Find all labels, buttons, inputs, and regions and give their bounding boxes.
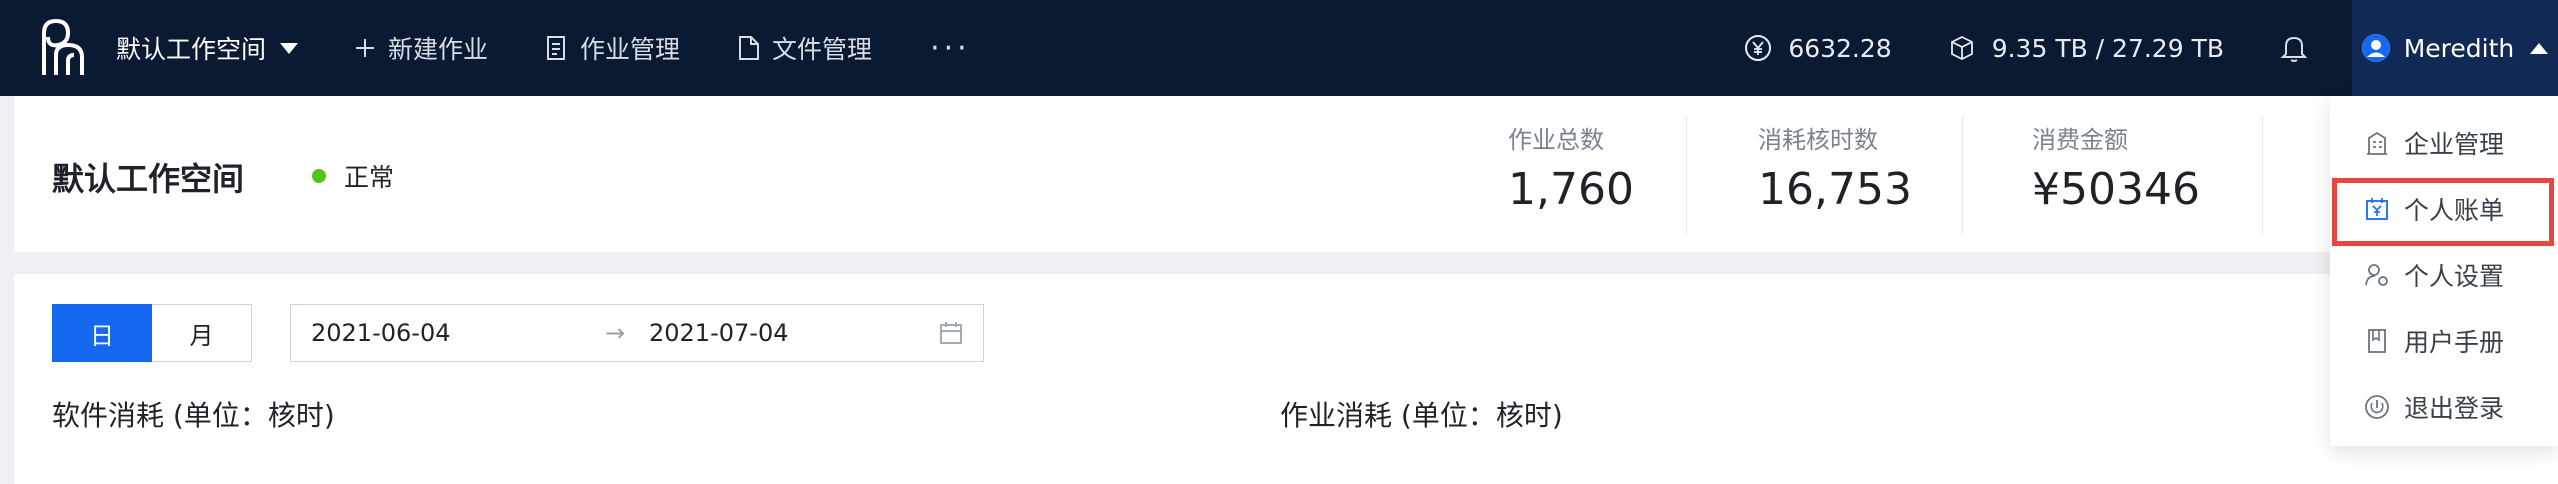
yen-coin-icon [1745,35,1772,61]
nav-more-button[interactable]: ··· [930,31,971,66]
month-toggle-button[interactable]: 月 [152,304,252,362]
menu-item-label: 用户手册 [2404,328,2505,357]
user-name: Meredith [2403,33,2515,63]
logout-icon [2365,395,2389,419]
notification-bell-icon[interactable] [2280,33,2308,63]
workspace-switcher-label: 默认工作空间 [116,35,267,64]
status-badge: 正常 [312,158,394,194]
usage-panel: 日 月 2021-06-04 → 2021-07-04 软件消耗 (单位：核时)… [14,274,2558,484]
menu-item-user-manual[interactable]: 用户手册 [2330,312,2558,370]
balance-display: 6632.28 [1744,33,1892,63]
end-date-input[interactable]: 2021-07-04 [649,319,931,347]
menu-item-label: 退出登录 [2404,394,2505,423]
menu-item-logout[interactable]: 退出登录 [2330,378,2558,436]
nav-file-management[interactable]: 文件管理 [738,30,872,66]
app-logo-icon[interactable] [34,15,100,81]
plus-icon [356,39,375,57]
bill-icon [2366,198,2388,220]
start-date-input[interactable]: 2021-06-04 [311,319,605,347]
user-dropdown-menu: 企业管理 个人账单 个人设置 用户手册 退出登录 [2330,96,2558,446]
top-nav-bar: 默认工作空间 新建作业 作业管理 文件管理 ··· 6632.28 9.35 T… [0,0,2558,96]
nav-new-job-label: 新建作业 [388,35,489,64]
nav-file-management-label: 文件管理 [772,35,873,64]
job-list-icon [547,36,566,60]
workspace-switcher[interactable]: 默认工作空间 [116,30,299,66]
divider [1962,116,1963,234]
date-range-picker[interactable]: 2021-06-04 → 2021-07-04 [290,304,984,362]
metric-value: ¥50346 [2032,164,2200,215]
manual-icon [2368,329,2386,353]
nav-job-management-label: 作业管理 [580,35,681,64]
day-toggle-button[interactable]: 日 [52,304,152,362]
caret-down-icon [280,42,299,54]
metric-value: 16,753 [1758,164,1912,215]
software-usage-title: 软件消耗 (单位：核时) [52,399,335,432]
divider [2262,116,2263,234]
menu-item-personal-bill[interactable]: 个人账单 [2330,180,2558,238]
menu-item-label: 企业管理 [2404,130,2505,159]
user-settings-icon [2365,264,2388,286]
metric-label: 消费金额 [2032,126,2128,154]
metric-value: 1,760 [1508,164,1634,215]
balance-value: 6632.28 [1788,33,1892,63]
cube-icon [1950,35,1973,61]
nav-new-job[interactable]: 新建作业 [354,30,488,66]
status-text: 正常 [344,163,395,192]
menu-item-label: 个人账单 [2404,196,2505,225]
nav-right-area: 6632.28 9.35 TB / 27.29 TB Meredith [1744,0,2558,96]
user-menu-button[interactable]: Meredith [2352,0,2558,96]
divider [1686,116,1687,234]
range-arrow-icon: → [605,319,626,347]
workspace-summary-card: 默认工作空间 正常 作业总数 1,760 消耗核时数 16,753 消费金额 ¥… [14,96,2354,252]
nav-job-management[interactable]: 作业管理 [546,30,680,66]
storage-value: 9.35 TB / 27.29 TB [1991,33,2224,63]
metric-label: 作业总数 [1508,126,1604,154]
job-usage-title: 作业消耗 (单位：核时) [1280,399,1563,432]
metric-label: 消耗核时数 [1758,126,1878,154]
storage-display: 9.35 TB / 27.29 TB [1948,34,2224,63]
menu-item-enterprise[interactable]: 企业管理 [2330,114,2558,172]
caret-up-icon [2530,42,2549,54]
status-dot [312,169,326,183]
file-icon [739,36,760,60]
menu-item-personal-settings[interactable]: 个人设置 [2330,246,2558,304]
avatar [2361,34,2390,62]
page-title: 默认工作空间 [52,160,245,198]
granularity-toggle: 日 月 [52,304,252,362]
menu-item-label: 个人设置 [2404,262,2505,291]
calendar-icon[interactable] [939,321,963,345]
enterprise-icon [2367,131,2387,155]
